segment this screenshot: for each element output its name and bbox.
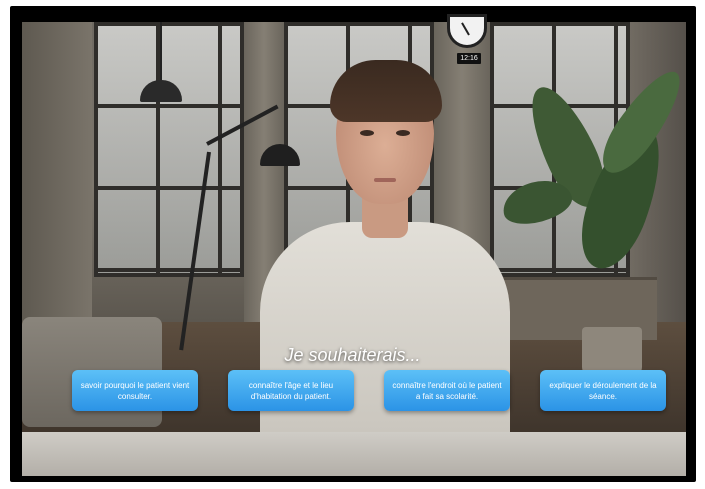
- choice-button-3[interactable]: connaître l'endroit où le patient a fait…: [384, 370, 510, 411]
- clock-hand: [461, 22, 470, 36]
- patient-eye: [396, 130, 410, 136]
- choice-button-4[interactable]: expliquer le déroulement de la séance.: [540, 370, 666, 411]
- choice-button-1[interactable]: savoir pourquoi le patient vient consult…: [72, 370, 198, 411]
- patient-hair: [330, 60, 442, 122]
- patient-mouth: [374, 178, 396, 182]
- window-left: [94, 22, 244, 277]
- choice-button-2[interactable]: connaître l'âge et le lieu d'habitation …: [228, 370, 354, 411]
- patient-eye: [360, 130, 374, 136]
- dialogue-prompt: Je souhaiterais...: [284, 345, 421, 365]
- pendant-lamp-cord: [160, 22, 162, 82]
- clock-time-label: 12:16: [457, 53, 481, 64]
- desk: [22, 432, 686, 476]
